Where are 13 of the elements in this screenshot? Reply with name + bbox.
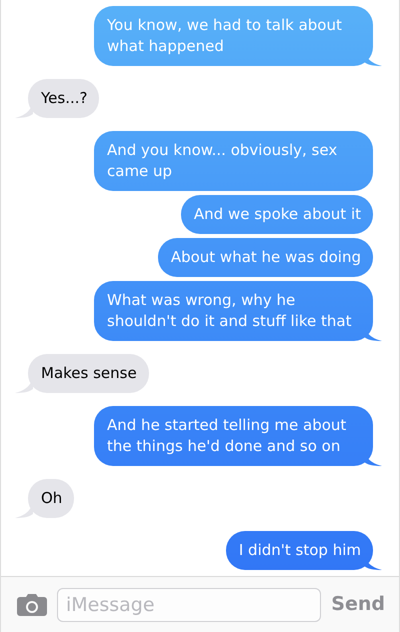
camera-icon[interactable] [17, 593, 47, 616]
message-bubble: I didn't stop him [226, 531, 373, 570]
message-bubble: What was wrong, why he shouldn't do it and stuff like that [94, 281, 373, 341]
message-bubble: You know, we had to talk about what happened [94, 6, 373, 66]
message-bubble: And we spoke about it [180, 195, 373, 234]
message-bubble: Yes...? [28, 79, 100, 118]
message-bubble: And you know... obviously, sex came up [94, 131, 373, 191]
message-field[interactable]: iMessage [57, 588, 322, 622]
message-bubble: Makes sense [28, 354, 149, 393]
send-button[interactable]: Send [331, 590, 385, 619]
message-bubble: About what he was doing [158, 238, 373, 277]
message-bubble: And he started telling me about the things he'd done and so on [94, 406, 373, 466]
message-bubble: Oh [28, 479, 74, 518]
